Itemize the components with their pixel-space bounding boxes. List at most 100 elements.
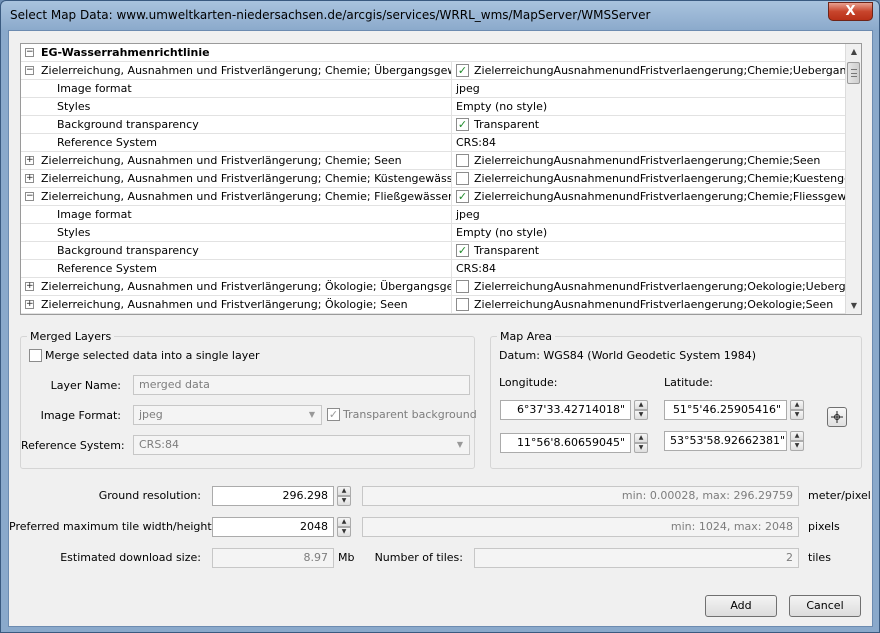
latitude-min-input[interactable]: 51°5'46.25905416" [664,400,787,420]
tree-layer-row[interactable]: + Zielerreichung, Ausnahmen und Fristverl… [21,296,845,314]
tree-property-row[interactable]: Background transparency ✓ Transparent [21,116,845,134]
latitude-max-input[interactable]: 53°53'58.92662381" [664,431,787,451]
tree-vertical-scrollbar[interactable]: ▲ ▼ [845,44,861,314]
tree-layer-row[interactable]: + Zielerreichung, Ausnahmen und Fristverl… [21,278,845,296]
tree-value-text: jpeg [456,208,480,221]
spin-up-icon[interactable]: ▲ [634,400,648,410]
tree-value-cell[interactable]: jpeg [453,80,845,98]
tree-value-cell[interactable]: Empty (no style) [453,224,845,242]
spin-down-icon[interactable]: ▼ [790,441,804,451]
ground-resolution-input[interactable]: 296.298 [212,486,334,506]
expand-icon[interactable]: + [25,300,34,309]
tree-property-row[interactable]: Image format jpeg [21,80,845,98]
title-bar[interactable]: Select Map Data: www.umweltkarten-nieder… [1,1,879,29]
tree-name-cell: Background transparency [21,242,452,260]
checkbox-checked-icon[interactable]: ✓ [456,244,469,257]
tree-value-text: Empty (no style) [456,226,548,239]
tile-size-unit: pixels [808,520,840,533]
tree-layer-row[interactable]: − Zielerreichung, Ausnahmen und Fristverl… [21,188,845,206]
layer-tree-grid: − EG-Wasserrahmenrichtlinie − Zielerreich… [20,43,862,315]
checkbox-unchecked-icon[interactable] [456,172,469,185]
longitude-max-spinner[interactable]: ▲ ▼ [634,433,648,453]
merge-checkbox[interactable] [29,349,42,362]
tile-size-input[interactable]: 2048 [212,517,334,537]
tree-value-cell[interactable]: CRS:84 [453,260,845,278]
spin-down-icon[interactable]: ▼ [634,443,648,453]
longitude-max-input[interactable]: 11°56'8.60659045" [500,433,631,453]
tree-name-cell: + Zielerreichung, Ausnahmen und Fristverl… [21,296,452,314]
tree-value-cell[interactable]: CRS:84 [453,134,845,152]
spin-up-icon[interactable]: ▲ [337,486,351,496]
tree-value-text: ZielerreichungAusnahmenundFristverlaenge… [474,64,845,77]
tree-layer-row[interactable]: + Zielerreichung, Ausnahmen und Fristverl… [21,152,845,170]
latitude-max-spinner[interactable]: ▲ ▼ [790,431,804,451]
tree-group-row[interactable]: − EG-Wasserrahmenrichtlinie [21,44,845,62]
reference-system-select[interactable]: CRS:84 ▼ [133,435,470,455]
scroll-up-arrow-icon[interactable]: ▲ [846,44,861,60]
cancel-button[interactable]: Cancel [789,595,861,617]
tree-name-cell: Image format [21,206,452,224]
spin-up-icon[interactable]: ▲ [790,400,804,410]
tree-name-cell: − Zielerreichung, Ausnahmen und Fristverl… [21,188,452,206]
checkbox-checked-icon[interactable]: ✓ [456,190,469,203]
latitude-min-spinner[interactable]: ▲ ▼ [790,400,804,420]
tree-group-title: EG-Wasserrahmenrichtlinie [41,46,210,59]
add-button[interactable]: Add [705,595,777,617]
spin-up-icon[interactable]: ▲ [634,433,648,443]
tree-name-text: Image format [57,82,132,95]
expand-icon[interactable]: + [25,282,34,291]
tree-value-cell: ✓ Transparent [453,242,845,260]
window-title: Select Map Data: www.umweltkarten-nieder… [10,8,651,22]
expand-icon[interactable]: + [25,156,34,165]
checkbox-checked-icon[interactable]: ✓ [456,118,469,131]
longitude-min-input[interactable]: 6°37'33.42714018" [500,400,631,420]
checkbox-unchecked-icon[interactable] [456,280,469,293]
tree-layer-row[interactable]: + Zielerreichung, Ausnahmen und Fristverl… [21,170,845,188]
tree-value-text: jpeg [456,82,480,95]
collapse-icon[interactable]: − [25,192,34,201]
spin-down-icon[interactable]: ▼ [634,410,648,420]
merged-layers-title: Merged Layers [27,330,115,343]
layer-name-input[interactable]: merged data [133,375,470,395]
reference-system-value: CRS:84 [139,438,180,451]
ground-resolution-spinner[interactable]: ▲ ▼ [337,486,351,506]
tree-value-cell: ZielerreichungAusnahmenundFristverlaenge… [453,278,845,296]
longitude-min-spinner[interactable]: ▲ ▼ [634,400,648,420]
spin-down-icon[interactable]: ▼ [790,410,804,420]
tree-value-cell: ZielerreichungAusnahmenundFristverlaenge… [453,296,845,314]
tree-name-text: Zielerreichung, Ausnahmen und Fristverlä… [41,64,452,77]
expand-icon[interactable]: + [25,174,34,183]
tile-size-spinner[interactable]: ▲ ▼ [337,517,351,537]
spin-down-icon[interactable]: ▼ [337,527,351,537]
transparent-bg-checkbox[interactable]: ✓ [327,408,340,421]
tree-value-cell: ✓ Transparent [453,116,845,134]
scroll-thumb[interactable] [847,62,860,84]
tree-name-text: Reference System [57,136,157,149]
image-format-select[interactable]: jpeg ▼ [133,405,322,425]
collapse-icon[interactable]: − [25,66,34,75]
tree-name-cell: Styles [21,224,452,242]
spin-up-icon[interactable]: ▲ [790,431,804,441]
checkbox-unchecked-icon[interactable] [456,298,469,311]
checkbox-checked-icon[interactable]: ✓ [456,64,469,77]
tree-value-cell[interactable]: Empty (no style) [453,98,845,116]
tree-property-row[interactable]: Styles Empty (no style) [21,98,845,116]
tree-value-cell[interactable]: jpeg [453,206,845,224]
spin-up-icon[interactable]: ▲ [337,517,351,527]
tree-property-row[interactable]: Styles Empty (no style) [21,224,845,242]
tree-property-row[interactable]: Image format jpeg [21,206,845,224]
pick-area-button[interactable] [827,407,847,427]
tree-name-text: Zielerreichung, Ausnahmen und Fristverlä… [41,190,452,203]
tree-property-row[interactable]: Background transparency ✓ Transparent [21,242,845,260]
tree-value-text: ZielerreichungAusnahmenundFristverlaenge… [474,190,845,203]
spin-down-icon[interactable]: ▼ [337,496,351,506]
tree-layer-row[interactable]: − Zielerreichung, Ausnahmen und Fristverl… [21,62,845,80]
close-button[interactable]: X [828,2,873,21]
tree-property-row[interactable]: Reference System CRS:84 [21,134,845,152]
collapse-icon[interactable]: − [25,48,34,57]
merge-label: Merge selected data into a single layer [45,349,260,362]
checkbox-unchecked-icon[interactable] [456,154,469,167]
scroll-down-arrow-icon[interactable]: ▼ [846,298,861,314]
tree-value-text: ZielerreichungAusnahmenundFristverlaenge… [474,154,821,167]
tree-property-row[interactable]: Reference System CRS:84 [21,260,845,278]
